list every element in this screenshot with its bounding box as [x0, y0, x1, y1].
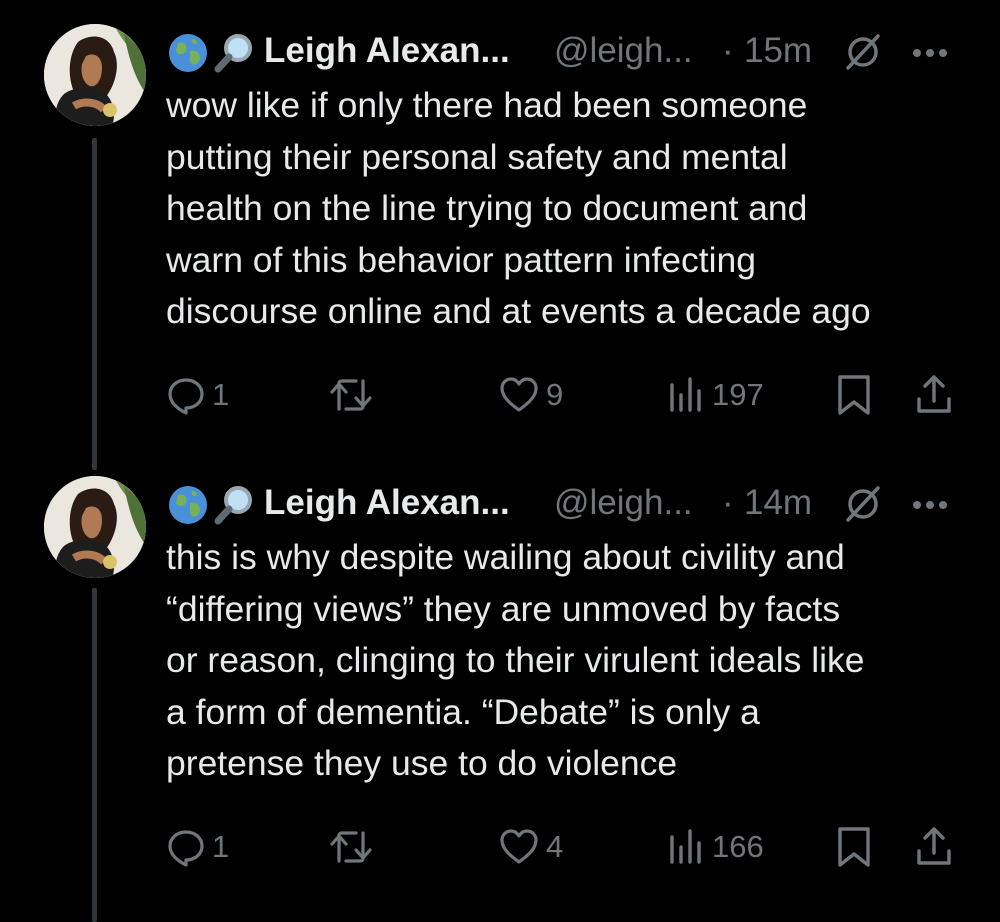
reply-count: 1 — [212, 829, 230, 864]
reply-button[interactable]: 1 — [166, 370, 229, 420]
tweet-text: wow like if only there had been someone … — [166, 85, 871, 331]
bookmark-button[interactable] — [834, 822, 874, 872]
author-name[interactable]: Leigh Alexan... — [264, 481, 510, 525]
timestamp[interactable]: 14m — [744, 481, 812, 525]
magnifier-icon — [214, 34, 252, 73]
grok-icon[interactable] — [842, 31, 884, 73]
tweet-actions: 1 4 166 — [166, 822, 966, 872]
tweet-text: this is why despite wailing about civili… — [166, 537, 865, 783]
reply-icon — [168, 830, 204, 867]
tweet-header: Leigh Alexan... @leigh... · 14m — [166, 478, 966, 528]
more-options-icon[interactable] — [910, 490, 950, 520]
views-button[interactable]: 197 — [666, 370, 764, 420]
share-button[interactable] — [914, 370, 954, 420]
views-count: 166 — [712, 829, 764, 864]
repost-icon — [330, 379, 372, 411]
heart-icon — [500, 829, 538, 864]
author-handle[interactable]: @leigh... — [554, 29, 693, 73]
more-options-icon[interactable] — [910, 38, 950, 68]
views-chart-icon — [670, 377, 701, 412]
bookmark-icon — [838, 375, 870, 415]
separator-dot: · — [722, 483, 734, 522]
tweet-actions: 1 9 197 — [166, 370, 966, 420]
like-count: 4 — [546, 829, 564, 864]
avatar-photo — [44, 24, 146, 126]
repost-icon — [330, 831, 372, 863]
avatar-photo — [44, 476, 146, 578]
avatar[interactable] — [44, 476, 146, 578]
author-name[interactable]: Leigh Alexan... — [264, 29, 510, 73]
globe-icon — [169, 486, 207, 524]
repost-button[interactable] — [328, 822, 374, 872]
share-icon — [917, 827, 951, 865]
author-handle[interactable]: @leigh... — [554, 481, 693, 525]
repost-button[interactable] — [328, 370, 374, 420]
views-count: 197 — [712, 377, 764, 412]
timestamp[interactable]: 15m — [744, 29, 812, 73]
grok-icon[interactable] — [842, 483, 884, 525]
thread-connector-line — [92, 588, 97, 922]
reply-button[interactable]: 1 — [166, 822, 229, 872]
like-count: 9 — [546, 377, 564, 412]
separator-dot: · — [722, 31, 734, 70]
share-button[interactable] — [914, 822, 954, 872]
like-button[interactable]: 9 — [498, 370, 563, 420]
bookmark-button[interactable] — [834, 370, 874, 420]
reply-count: 1 — [212, 377, 230, 412]
avatar[interactable] — [44, 24, 146, 126]
reply-icon — [168, 378, 204, 415]
thread-connector-line — [92, 138, 97, 470]
bookmark-icon — [838, 827, 870, 867]
views-chart-icon — [670, 829, 701, 864]
tweet-header: Leigh Alexan... @leigh... · 15m — [166, 26, 966, 76]
tweet[interactable]: Leigh Alexan... @leigh... · 15m wow like… — [0, 0, 1000, 470]
views-button[interactable]: 166 — [666, 822, 764, 872]
tweet-thread: Leigh Alexan... @leigh... · 15m wow like… — [0, 0, 1000, 922]
tweet[interactable]: Leigh Alexan... @leigh... · 14m this is … — [0, 470, 1000, 922]
magnifier-icon — [214, 486, 252, 525]
share-icon — [917, 375, 951, 413]
like-button[interactable]: 4 — [498, 822, 563, 872]
heart-icon — [500, 377, 538, 412]
globe-icon — [169, 34, 207, 72]
